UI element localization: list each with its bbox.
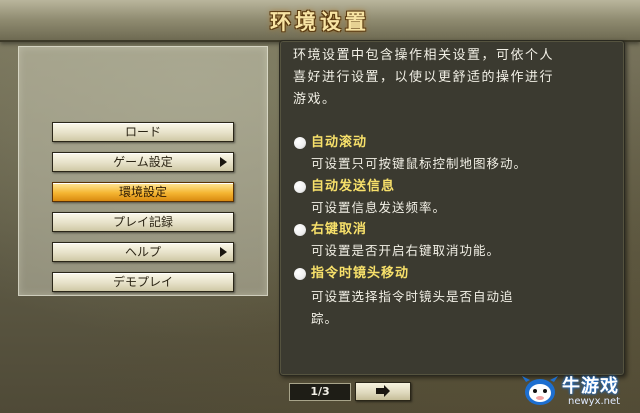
menu-item-play-record[interactable]: プレイ記録: [52, 212, 234, 232]
menu-item-label: 環境設定: [118, 185, 167, 199]
next-page-button[interactable]: [355, 382, 411, 401]
bullet-icon: [294, 268, 306, 280]
option-title-auto-send: 自动发送信息: [311, 179, 396, 194]
page-title: 环境设置: [270, 9, 370, 34]
watermark-text: 牛游戏: [562, 376, 619, 397]
watermark-url: newyx.net: [568, 396, 621, 407]
chevron-right-icon: [220, 247, 227, 257]
option-title-right-click-cancel: 右键取消: [311, 222, 368, 237]
menu-item-demo-play[interactable]: デモプレイ: [52, 272, 234, 292]
menu-item-label: デモプレイ: [112, 275, 173, 289]
menu-item-label: プレイ記録: [112, 215, 173, 229]
menu-item-load[interactable]: ロード: [52, 122, 234, 142]
option-title-command-camera: 指令时镜头移动: [311, 266, 410, 281]
option-desc-command-camera: 可设置选择指令时镜头是否自动追 踪。: [311, 289, 514, 326]
option-title-auto-scroll: 自动滚动: [311, 135, 368, 150]
cow-logo-icon: [522, 376, 558, 405]
bullet-icon: [294, 137, 306, 149]
menu-item-help[interactable]: ヘルプ: [52, 242, 234, 262]
option-desc-right-click-cancel: 可设置是否开启右键取消功能。: [311, 243, 501, 258]
option-desc-auto-scroll: 可设置只可按键鼠标控制地图移动。: [311, 156, 528, 171]
page-indicator: 1/3: [289, 383, 351, 401]
chevron-right-icon: [220, 157, 227, 167]
title-bar: 环境设置: [0, 0, 640, 42]
bullet-icon: [294, 181, 306, 193]
menu-item-label: ロード: [124, 125, 161, 139]
menu-item-label: ヘルプ: [124, 245, 161, 259]
right-arrow-icon: [376, 385, 390, 397]
menu-item-label: ゲーム設定: [113, 155, 173, 169]
bullet-icon: [294, 224, 306, 236]
description-intro: 环境设置中包含操作相关设置，可依个人 喜好进行设置，以使以更舒适的操作进行 游戏…: [293, 48, 555, 107]
option-desc-auto-send: 可设置信息发送频率。: [311, 200, 447, 215]
menu-item-environment-settings[interactable]: 環境設定: [52, 182, 234, 202]
watermark: 牛游戏 newyx.net: [520, 366, 640, 413]
menu-item-game-settings[interactable]: ゲーム設定: [52, 152, 234, 172]
